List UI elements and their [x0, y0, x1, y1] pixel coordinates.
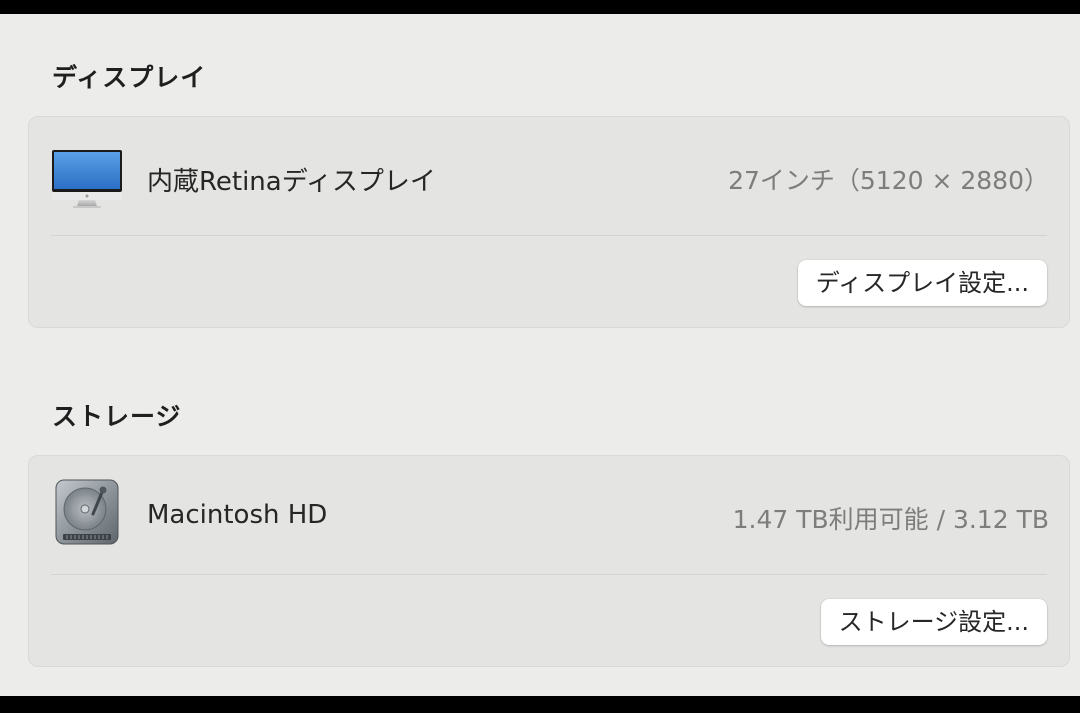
storage-settings-button[interactable]: ストレージ設定...: [820, 599, 1047, 645]
display-name-label: 内蔵Retinaディスプレイ: [147, 167, 436, 197]
storage-divider: [51, 574, 1047, 575]
storage-card: Macintosh HD 1.47 TB利用可能 / 3.12 TB ストレージ…: [28, 455, 1070, 667]
display-divider: [51, 235, 1047, 236]
storage-section-title: ストレージ: [52, 402, 182, 431]
storage-capacity-value: 1.47 TB利用可能 / 3.12 TB: [732, 505, 1049, 534]
display-card: 内蔵Retinaディスプレイ 27インチ（5120 × 2880） ディスプレイ…: [28, 116, 1070, 328]
display-size-value: 27インチ（5120 × 2880）: [728, 166, 1049, 195]
settings-window: ディスプレイ 内蔵Retinaディスプレイ 27インチ（5120 × 2880）…: [0, 14, 1080, 696]
display-section-title: ディスプレイ: [52, 63, 207, 92]
storage-volume-label: Macintosh HD: [147, 500, 328, 530]
hard-drive-icon: [53, 478, 121, 552]
display-settings-button[interactable]: ディスプレイ設定...: [797, 260, 1047, 306]
imac-display-icon: [51, 149, 123, 215]
